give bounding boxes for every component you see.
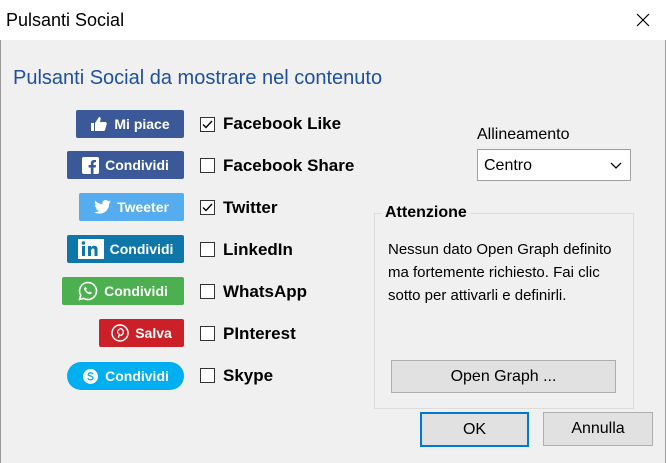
window-title: Pulsanti Social <box>6 10 125 30</box>
checkbox-label: Twitter <box>223 198 278 217</box>
pinterest-checkbox[interactable] <box>200 326 215 341</box>
social-button-label: Mi piace <box>114 116 170 132</box>
social-button-label: Salva <box>135 325 172 341</box>
warning-title: Attenzione <box>382 204 470 222</box>
alignment-label: Allineamento <box>477 126 570 143</box>
linkedin-checkbox[interactable] <box>200 242 215 257</box>
checkbox-label: PInterest <box>223 324 296 343</box>
twitter-bird-icon <box>94 200 111 214</box>
alignment-select[interactable]: Centro <box>477 149 631 181</box>
social-button-label: Condividi <box>105 368 169 384</box>
alignment-value: Centro <box>484 157 533 174</box>
social-button-label: Condividi <box>109 241 174 257</box>
close-button[interactable] <box>620 0 666 40</box>
checkbox-label: Skype <box>223 366 274 385</box>
social-button-label: Condividi <box>105 157 169 173</box>
whatsapp-preview: Condividi <box>62 277 184 305</box>
window-frame-left <box>0 40 1 463</box>
skype-icon <box>82 368 99 385</box>
facebook-like-checkbox[interactable] <box>200 117 215 132</box>
checkbox-label: LinkedIn <box>223 240 293 259</box>
facebook-share-preview: Condividi <box>67 151 184 179</box>
skype-checkbox[interactable] <box>200 368 215 383</box>
open-graph-button[interactable]: Open Graph ... <box>391 360 616 393</box>
close-icon <box>636 13 650 27</box>
twitter-checkbox[interactable] <box>200 200 215 215</box>
pinterest-icon <box>111 324 129 342</box>
skype-preview: Condividi <box>67 362 184 390</box>
linkedin-preview: Condividi <box>67 235 184 263</box>
twitter-preview: Tweeter <box>79 193 184 221</box>
whatsapp-checkbox[interactable] <box>200 284 215 299</box>
whatsapp-icon <box>78 281 98 301</box>
social-button-label: Tweeter <box>117 199 169 215</box>
warning-text: Nessun dato Open Graph definito ma forte… <box>388 241 612 304</box>
title-bar: Pulsanti Social <box>0 0 666 40</box>
ok-button[interactable]: OK <box>420 412 529 447</box>
social-button-label: Condividi <box>104 283 168 299</box>
pinterest-preview: Salva <box>99 319 184 347</box>
facebook-like-preview: Mi piace <box>76 110 184 138</box>
chevron-down-icon <box>610 158 622 176</box>
facebook-icon <box>82 156 100 174</box>
section-heading: Pulsanti Social da mostrare nel contenut… <box>13 67 383 89</box>
facebook-share-checkbox[interactable] <box>200 158 215 173</box>
cancel-button[interactable]: Annulla <box>543 412 653 446</box>
thumbs-up-icon <box>90 116 108 132</box>
checkbox-label: Facebook Share <box>223 156 355 175</box>
checkbox-label: Facebook Like <box>223 114 342 133</box>
checkbox-label: WhatsApp <box>223 282 308 301</box>
linkedin-icon <box>77 239 104 259</box>
